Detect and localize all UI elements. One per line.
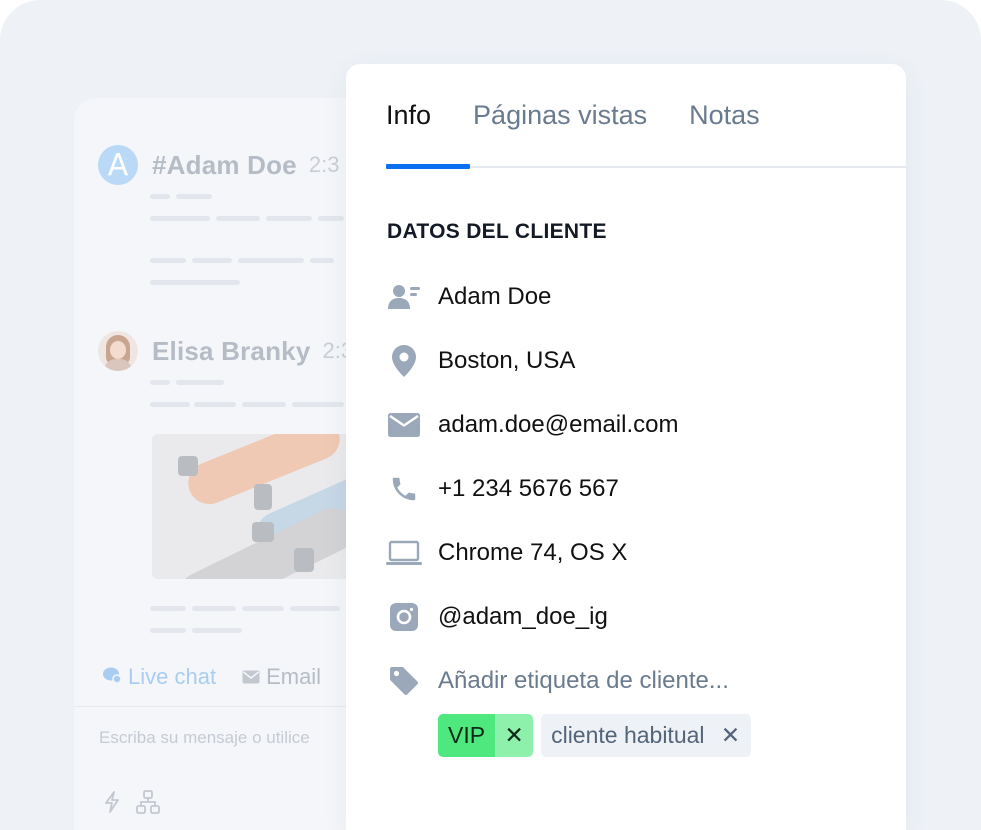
customer-instagram-row: @adam_doe_ig xyxy=(386,597,608,637)
envelope-icon xyxy=(242,664,260,690)
app-frame: A #Adam Doe 2:3 Elisa Branky 2:3 Live ch… xyxy=(0,0,981,830)
contact-card-icon xyxy=(386,279,422,315)
tag-label: VIP xyxy=(438,714,496,757)
tab-info[interactable]: Info xyxy=(369,92,448,139)
section-title: DATOS DEL CLIENTE xyxy=(387,220,607,243)
customer-device: Chrome 74, OS X xyxy=(438,539,628,566)
add-tag-row[interactable]: Añadir etiqueta de cliente... xyxy=(386,661,729,701)
tag-vip: VIP ✕ xyxy=(438,714,534,757)
message-composer[interactable]: Escriba su mensaje o utilice xyxy=(99,728,310,748)
customer-location-row: Boston, USA xyxy=(386,341,575,381)
chat-message-header: Elisa Branky 2:3 xyxy=(98,331,353,371)
customer-email-row: adam.doe@email.com xyxy=(386,405,678,445)
info-tabs: Info Páginas vistas Notas xyxy=(386,92,802,139)
product-photo xyxy=(152,434,374,579)
tab-live-chat[interactable]: Live chat xyxy=(102,664,216,690)
remove-tag-button[interactable]: ✕ xyxy=(495,714,534,757)
chat-message-header: A #Adam Doe 2:3 xyxy=(98,145,339,185)
customer-location: Boston, USA xyxy=(438,347,576,374)
customer-phone[interactable]: +1 234 5676 567 xyxy=(438,475,619,503)
message-author: Elisa Branky xyxy=(152,335,311,366)
tag-cliente-habitual: cliente habitual ✕ xyxy=(541,714,751,757)
add-tag-input[interactable]: Añadir etiqueta de cliente... xyxy=(438,667,729,695)
customer-instagram[interactable]: @adam_doe_ig xyxy=(438,603,608,631)
envelope-icon xyxy=(386,407,422,443)
customer-tags: VIP ✕ cliente habitual ✕ xyxy=(438,714,751,757)
customer-email[interactable]: adam.doe@email.com xyxy=(438,411,678,439)
chat-channel-tabs: Live chat Email xyxy=(102,664,321,690)
phone-icon xyxy=(386,471,422,507)
tab-label: Email xyxy=(266,664,322,689)
customer-phone-row: +1 234 5676 567 xyxy=(386,469,619,509)
chat-panel: A #Adam Doe 2:3 Elisa Branky 2:3 Live ch… xyxy=(74,98,374,830)
tab-notas[interactable]: Notas xyxy=(689,92,760,139)
customer-name: Adam Doe xyxy=(438,283,552,310)
composer-toolbar xyxy=(104,790,160,819)
tab-label: Live chat xyxy=(128,664,217,689)
active-tab-indicator xyxy=(386,164,470,169)
avatar: A xyxy=(98,145,138,185)
remove-tag-button[interactable]: ✕ xyxy=(711,714,751,757)
lightning-icon[interactable] xyxy=(104,791,120,818)
chat-bubble-icon xyxy=(102,664,122,690)
message-author: #Adam Doe xyxy=(152,149,297,180)
message-time: 2:3 xyxy=(308,152,340,177)
location-pin-icon xyxy=(386,343,422,379)
tag-icon xyxy=(386,663,422,699)
tag-label: cliente habitual xyxy=(551,722,705,748)
divider xyxy=(74,706,374,707)
tab-email[interactable]: Email xyxy=(242,664,321,690)
instagram-icon xyxy=(386,599,422,635)
workflow-icon[interactable] xyxy=(136,790,160,819)
laptop-icon xyxy=(386,535,422,571)
tab-paginas-vistas[interactable]: Páginas vistas xyxy=(473,92,647,139)
customer-info-panel: Info Páginas vistas Notas DATOS DEL CLIE… xyxy=(346,64,906,830)
customer-device-row: Chrome 74, OS X xyxy=(386,533,627,573)
avatar xyxy=(98,331,138,371)
customer-name-row: Adam Doe xyxy=(386,277,551,317)
